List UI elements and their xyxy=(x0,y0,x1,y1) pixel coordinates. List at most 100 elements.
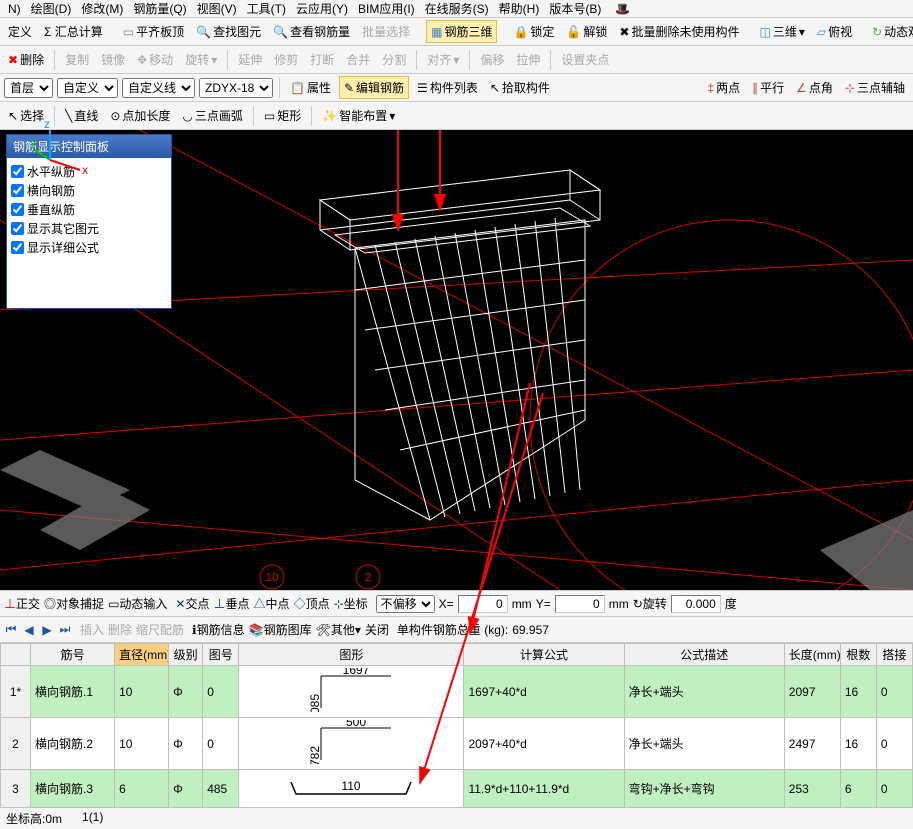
viewport-3d[interactable]: 10 2 钢筋显示控制面板 水平纵筋 横向钢筋 垂直纵筋 显示其它图元 显示详细… xyxy=(0,130,913,590)
unlock-button[interactable]: 🔓解锁 xyxy=(562,21,611,42)
rotate-button[interactable]: 旋转▾ xyxy=(181,49,221,70)
ortho-toggle[interactable]: ⊥正交 xyxy=(4,595,40,612)
rotate-label: ↻旋转 xyxy=(633,595,667,612)
rotate-readout[interactable]: 0.000 xyxy=(671,595,721,613)
table-row[interactable]: 1* 横向钢筋.1 10 Φ 0 1697 3085 1697+40*d 净长+… xyxy=(1,666,913,718)
offset-mode-select[interactable]: 不偏移 xyxy=(376,595,435,613)
menu-item[interactable]: 版本号(B) xyxy=(545,0,605,17)
checkbox[interactable] xyxy=(11,203,24,216)
component-list-button[interactable]: ☰构件列表 xyxy=(413,77,482,98)
prev-button[interactable]: ◀ xyxy=(22,623,36,637)
toolbar-2: ✖删除 复制 镜像 ✥移动 旋转▾ 延伸 修剪 打断 合并 分割 对齐▾ 偏移 … xyxy=(0,46,913,74)
top-view-button[interactable]: ▱俯视 xyxy=(813,21,856,42)
merge-button[interactable]: 合并 xyxy=(342,49,374,70)
x-icon: ✖ xyxy=(8,53,18,67)
batch-select-button[interactable]: 批量选择 xyxy=(358,21,414,42)
perp-snap[interactable]: ⊥垂点 xyxy=(214,595,250,612)
stretch-button[interactable]: 拉伸 xyxy=(512,49,544,70)
delete-button[interactable]: ✖删除 xyxy=(4,49,48,70)
align-button[interactable]: 对齐▾ xyxy=(423,49,463,70)
coord-snap[interactable]: ⊹坐标 xyxy=(334,595,368,612)
intersection-snap[interactable]: ✕交点 xyxy=(175,595,209,612)
checkbox[interactable] xyxy=(11,222,24,235)
rebar-lib-button[interactable]: 📚钢筋图库 xyxy=(249,621,312,638)
insert-row-button[interactable]: 插入 xyxy=(80,621,104,638)
copy-button[interactable]: 复制 xyxy=(61,49,93,70)
two-point-button[interactable]: ‡两点 xyxy=(703,77,744,98)
first-button[interactable]: ⏮ xyxy=(4,623,18,637)
define-button[interactable]: 定义 xyxy=(4,21,36,42)
angle-icon: ∠ xyxy=(796,81,807,95)
top-icon: ▱ xyxy=(817,25,826,39)
dynamic-view-button[interactable]: ↻动态观 xyxy=(868,21,913,42)
svg-text:y: y xyxy=(30,135,36,149)
attributes-button[interactable]: 📋属性 xyxy=(286,77,335,98)
checkbox[interactable] xyxy=(11,184,24,197)
defline-select[interactable]: 自定义线 xyxy=(122,78,195,98)
dyn-input-toggle[interactable]: ▭动态输入 xyxy=(108,595,167,612)
rebar-info-button[interactable]: ℹ钢筋信息 xyxy=(192,621,245,638)
move-button[interactable]: ✥移动 xyxy=(133,49,177,70)
menu-item[interactable]: 云应用(Y) xyxy=(292,0,352,17)
view-3d-button[interactable]: ◫三维▾ xyxy=(755,21,808,42)
trim-button[interactable]: 修剪 xyxy=(270,49,302,70)
close-button[interactable]: 关闭 xyxy=(365,621,389,638)
offset-button[interactable]: 偏移 xyxy=(476,49,508,70)
svg-text:x: x xyxy=(82,163,88,177)
menubar[interactable]: N) 绘图(D) 修改(M) 钢筋量(Q) 视图(V) 工具(T) 云应用(Y)… xyxy=(0,0,913,18)
sum-button[interactable]: Σ 汇总计算 xyxy=(40,21,107,42)
grip-button[interactable]: 设置夹点 xyxy=(557,49,613,70)
menu-item[interactable]: 绘图(D) xyxy=(27,0,76,17)
rebar-3d-button[interactable]: ▦钢筋三维 xyxy=(426,20,497,43)
scale-label: 1(1) xyxy=(82,810,103,827)
checkbox[interactable] xyxy=(11,165,24,178)
cube-icon: ▦ xyxy=(431,25,442,39)
menu-item[interactable]: 帮助(H) xyxy=(495,0,544,17)
axis-gizmo: x y z xyxy=(30,120,913,580)
shape-cell: 500 1447 2782 xyxy=(239,718,464,770)
floor-select[interactable]: 首层 xyxy=(4,78,53,98)
checkbox[interactable] xyxy=(11,241,24,254)
pick-component-button[interactable]: ↖拾取构件 xyxy=(486,77,554,98)
three-aux-button[interactable]: ⊹三点辅轴 xyxy=(841,77,909,98)
menu-item[interactable]: BIM应用(I) xyxy=(354,0,419,17)
x-readout[interactable]: 0 xyxy=(458,595,508,613)
other-button[interactable]: 🛠其他▾ xyxy=(316,621,361,638)
break-button[interactable]: 打断 xyxy=(306,49,338,70)
parallel-button[interactable]: ∥平行 xyxy=(748,77,788,98)
mm-label: mm xyxy=(512,597,532,611)
osnap-toggle[interactable]: ◎对象捕捉 xyxy=(44,595,104,612)
point-angle-button[interactable]: ∠点角 xyxy=(792,77,837,98)
delete-row-button[interactable]: 删除 xyxy=(108,621,132,638)
batch-delete-button[interactable]: ✖批量删除未使用构件 xyxy=(615,21,743,42)
orbit-icon: ↻ xyxy=(872,25,882,39)
component-select[interactable]: ZDYX-18 xyxy=(199,78,273,98)
y-readout[interactable]: 0 xyxy=(555,595,605,613)
split-button[interactable]: 分割 xyxy=(378,49,410,70)
scale-rebar-button[interactable]: 缩尺配筋 xyxy=(136,621,184,638)
custom-select[interactable]: 自定义 xyxy=(57,78,118,98)
rotate-icon: ↻ xyxy=(633,597,643,611)
menu-item[interactable]: 在线服务(S) xyxy=(421,0,493,17)
edit-rebar-button[interactable]: ✎编辑钢筋 xyxy=(339,76,409,99)
find-layer-button[interactable]: 🔍查找图元 xyxy=(192,21,265,42)
table-row[interactable]: 2 横向钢筋.2 10 Φ 0 500 1447 2782 2097+40*d … xyxy=(1,718,913,770)
menu-item[interactable]: 视图(V) xyxy=(193,0,241,17)
last-button[interactable]: ⏭ xyxy=(58,623,72,637)
extend-button[interactable]: 延伸 xyxy=(234,49,266,70)
menu-item[interactable]: 钢筋量(Q) xyxy=(129,0,190,17)
level-board-button[interactable]: ▭平齐板顶 xyxy=(119,21,188,42)
table-row[interactable]: 3 横向钢筋.3 6 Φ 485 110 11.9*d+110+11.9*d 弯… xyxy=(1,770,913,808)
rebar-table[interactable]: 筋号 直径(mm) 级别 图号 图形 计算公式 公式描述 长度(mm) 根数 搭… xyxy=(0,642,913,808)
vertex-snap[interactable]: ◇顶点 xyxy=(294,595,330,612)
lock-button[interactable]: 🔒锁定 xyxy=(509,21,558,42)
menu-item[interactable]: 修改(M) xyxy=(77,0,127,17)
view-rebar-button[interactable]: 🔍查看钢筋量 xyxy=(269,21,354,42)
menu-item[interactable]: N) xyxy=(4,2,25,16)
mirror-button[interactable]: 镜像 xyxy=(97,49,129,70)
mm-label: mm xyxy=(609,597,629,611)
menu-item[interactable]: 工具(T) xyxy=(243,0,290,17)
tool-icon: 🛠 xyxy=(316,623,331,637)
mid-snap[interactable]: △中点 xyxy=(254,595,290,612)
next-button[interactable]: ▶ xyxy=(40,623,54,637)
